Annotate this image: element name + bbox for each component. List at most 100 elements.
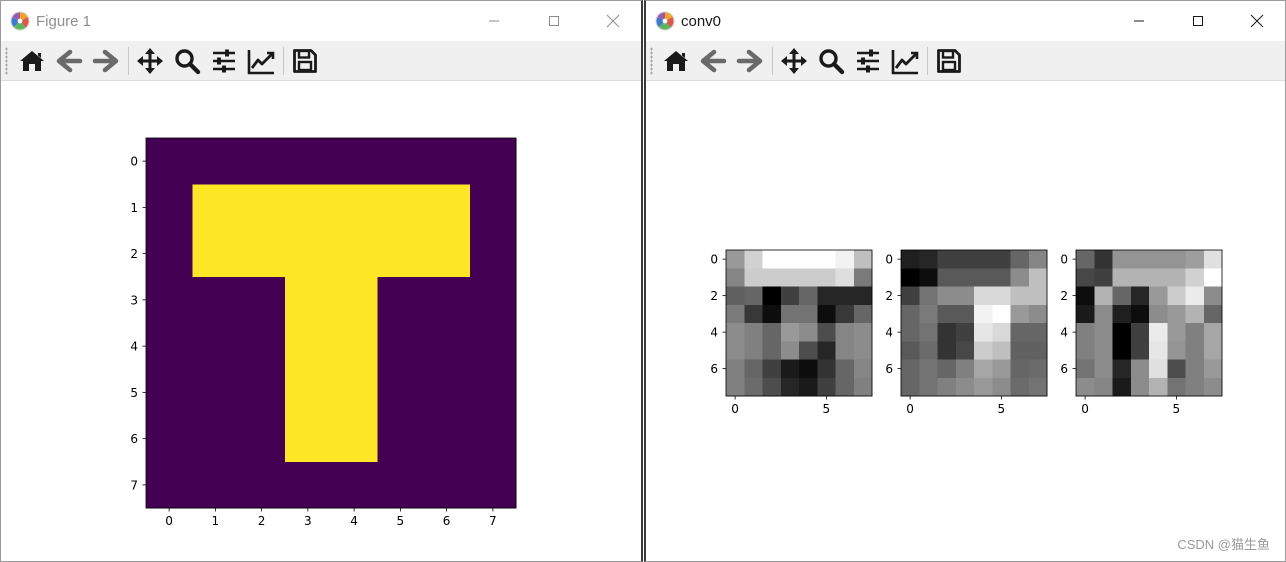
close-button[interactable] xyxy=(590,1,636,41)
heatmap-cell xyxy=(1167,377,1186,397)
heatmap-cell xyxy=(1028,268,1048,287)
heatmap-cell xyxy=(835,359,855,379)
heatmap-cell xyxy=(853,304,873,324)
heatmap-cell xyxy=(726,304,745,324)
forward-button[interactable] xyxy=(734,45,766,77)
heatmap-cell xyxy=(1167,250,1186,269)
heatmap-cell xyxy=(937,286,957,306)
minimize-button[interactable] xyxy=(471,1,517,41)
maximize-button[interactable] xyxy=(531,1,577,41)
heatmap-cell xyxy=(238,323,286,370)
heatmap-cell xyxy=(331,323,378,370)
minimize-button[interactable] xyxy=(1116,1,1162,41)
pan-button[interactable] xyxy=(134,45,166,77)
title-bar[interactable]: Figure 1 xyxy=(1,1,641,41)
heatmap-cell xyxy=(974,377,993,397)
edit-axes-button[interactable] xyxy=(889,45,921,77)
configure-subplots-icon xyxy=(210,47,238,75)
y-tick-label: 0 xyxy=(1060,253,1068,267)
y-tick-label: 4 xyxy=(710,326,718,340)
heatmap-cell xyxy=(1167,359,1186,379)
heatmap-cell xyxy=(901,268,920,287)
matplotlib-app-icon xyxy=(655,11,675,31)
heatmap-cell xyxy=(1185,359,1205,379)
heatmap-cell xyxy=(1094,250,1113,269)
heatmap-cell xyxy=(1149,359,1168,379)
heatmap-cell xyxy=(780,359,800,379)
close-button[interactable] xyxy=(1234,1,1280,41)
heatmap-cell xyxy=(1149,304,1168,324)
heatmap-cell xyxy=(762,377,782,397)
heatmap-cell xyxy=(1185,268,1205,287)
heatmap-cell xyxy=(992,377,1011,397)
x-tick-label: 3 xyxy=(304,514,312,528)
heatmap-cell xyxy=(1094,341,1113,360)
heatmap-cell xyxy=(992,323,1011,342)
heatmap-cell xyxy=(1112,377,1132,397)
home-button[interactable] xyxy=(660,45,692,77)
back-arrow-icon xyxy=(55,47,83,75)
heatmap-cell xyxy=(1076,250,1095,269)
pan-button[interactable] xyxy=(778,45,810,77)
heatmap-cell xyxy=(780,304,800,324)
configure-subplots-button[interactable] xyxy=(852,45,884,77)
edit-axes-button[interactable] xyxy=(245,45,277,77)
zoom-button[interactable] xyxy=(171,45,203,77)
heatmap-cell xyxy=(780,286,800,306)
heatmap-cell xyxy=(331,138,378,185)
x-tick-label: 5 xyxy=(397,514,405,528)
navigation-toolbar xyxy=(1,41,641,81)
heatmap-cell xyxy=(1203,359,1223,379)
heatmap-cell xyxy=(284,184,332,231)
toolbar-grip[interactable] xyxy=(650,47,653,75)
heatmap-cell xyxy=(762,304,782,324)
heatmap-cell xyxy=(799,359,818,379)
heatmap-cell xyxy=(744,304,763,324)
configure-subplots-button[interactable] xyxy=(208,45,240,77)
heatmap-cell xyxy=(192,461,239,509)
y-tick-label: 6 xyxy=(710,362,718,376)
heatmap-cell xyxy=(744,268,763,287)
y-tick-label: 0 xyxy=(710,253,718,267)
heatmap-cell xyxy=(799,268,818,287)
back-button[interactable] xyxy=(697,45,729,77)
heatmap-cell xyxy=(919,377,938,397)
heatmap-cell xyxy=(919,359,938,379)
heatmap-cell xyxy=(974,341,993,360)
heatmap-cell xyxy=(377,230,424,278)
heatmap-cell xyxy=(1076,323,1095,342)
heatmap-cell xyxy=(469,323,517,370)
y-tick-label: 2 xyxy=(1060,289,1068,303)
save-button[interactable] xyxy=(933,45,965,77)
heatmap-cell xyxy=(974,323,993,342)
back-button[interactable] xyxy=(53,45,85,77)
zoom-button[interactable] xyxy=(815,45,847,77)
heatmap-cell xyxy=(955,323,975,342)
figure-1-plot: 0 1 2 3 4 5 6 7 0 1 2 3 4 5 6 7 xyxy=(130,137,517,528)
heatmap-cell xyxy=(780,250,800,269)
heatmap-cell xyxy=(919,304,938,324)
forward-button[interactable] xyxy=(90,45,122,77)
heatmap-cell xyxy=(835,268,855,287)
toolbar-separator xyxy=(927,47,928,75)
heatmap-cell xyxy=(1203,323,1223,342)
title-bar[interactable]: conv0 xyxy=(646,1,1285,41)
heatmap-cell xyxy=(469,184,517,231)
heatmap-cell xyxy=(835,250,855,269)
heatmap-cell xyxy=(992,268,1011,287)
heatmap-cell xyxy=(1094,286,1113,306)
heatmap-cell xyxy=(1076,286,1095,306)
toolbar-grip[interactable] xyxy=(5,47,8,75)
heatmap-cell xyxy=(853,268,873,287)
heatmap-cell xyxy=(284,323,332,370)
x-tick-label: 2 xyxy=(258,514,266,528)
figure-canvas[interactable]: 0 5 0 2 4 6 0 5 0 2 4 6 0 5 0 2 4 6 xyxy=(646,82,1285,561)
figure-canvas[interactable]: 0 1 2 3 4 5 6 7 0 1 2 3 4 5 6 7 xyxy=(1,82,641,561)
maximize-button[interactable] xyxy=(1175,1,1221,41)
heatmap-cell xyxy=(284,230,332,278)
save-button[interactable] xyxy=(289,45,321,77)
heatmap-cell xyxy=(238,415,286,463)
heatmap-cell xyxy=(974,286,993,306)
heatmap-cell xyxy=(744,250,763,269)
home-button[interactable] xyxy=(16,45,48,77)
